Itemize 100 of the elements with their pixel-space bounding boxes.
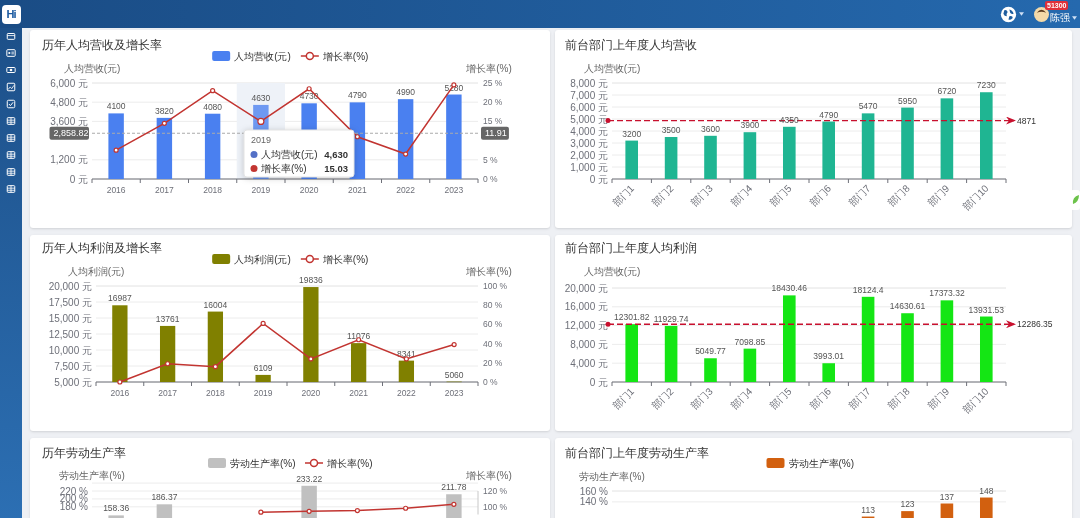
value-label: 13931.53 [968,304,1005,315]
value-label: 4100 [106,101,126,112]
axis-label: 2018 [203,185,223,195]
axis-title: 劳动生产率(%) [579,471,645,482]
value-label: 11076 [347,331,371,342]
axis-label: 2022 [396,185,416,195]
axis-label: 2021 [347,185,367,195]
value-label: 3993.01 [813,351,845,362]
value-label: 5049.77 [695,346,726,357]
axis-label: 2023 [444,185,464,195]
axis-label: 2017 [158,388,178,398]
axis-label: 20 % [483,357,503,368]
axis-label: 部门2 [649,182,676,209]
chart-title: 前台部门上年度劳动生产率 [565,446,709,460]
axis-label: 10,000 元 [48,344,92,356]
ref-line-label: 11.91 [485,128,507,139]
value-label: 19836 [299,275,323,286]
axis-label: 40 % [483,338,503,349]
value-label: 3600 [701,123,720,134]
axis-label: 部门5 [767,385,794,412]
axis-label: 16,000 元 [564,301,608,313]
axis-label: 3,600 元 [50,115,88,127]
axis-label: 80 % [483,300,503,311]
value-label: 233.22 [296,473,323,484]
axis-label: 4,000 元 [570,357,608,369]
chart-title: 历年人均营收及增长率 [42,38,162,52]
pointer-label: 2,858.82 [49,126,89,140]
axis-label: 2,000 元 [570,149,608,161]
average-label: 12286.35 [1017,319,1053,330]
axis-label: 5 % [483,154,498,165]
axis-label: 3,000 元 [570,137,608,149]
axis-label: 2020 [299,185,319,195]
axis-label: 2018 [205,388,225,398]
value-label: 6109 [253,362,273,373]
axis-label: 部门4 [728,182,755,209]
axis-label: 8,000 元 [570,338,608,350]
axis-title: 人均营收(元) [583,266,641,277]
value-label: 4630 [251,92,271,103]
value-label: 186.37 [151,492,178,503]
axis-title: 人均利润(元) [67,266,125,277]
value-label: 7230 [976,80,996,91]
axis-label: 2019 [253,388,273,398]
value-label: 137 [939,491,954,502]
value-label: 3200 [622,128,642,139]
axis-label: 0 % [483,174,498,184]
axis-label: 1,000 元 [570,161,608,173]
axis-label: 部门7 [846,385,873,412]
tooltip-value: 15.03 [324,163,348,174]
value-label: 148 [979,485,994,496]
axis-label: 部门2 [649,385,676,412]
tooltip-title: 2019 [251,135,272,145]
axis-label: 6,000 元 [570,101,608,113]
axis-label: 20 % [483,97,503,108]
axis-title: 增长率(%) [466,470,512,481]
value-label: 11929.74 [653,313,689,324]
chart-title: 前台部门上年度人均营收 [565,38,697,52]
axis-label: 部门9 [925,182,952,209]
axis-label: 7,000 元 [570,89,608,101]
value-label: 3900 [740,120,760,131]
axis-title: 增长率(%) [466,266,512,277]
value-label: 18430.46 [771,283,808,294]
value-label: 13761 [155,313,180,324]
axis-label: 2023 [444,388,464,398]
value-label: 17373.32 [929,288,965,299]
value-label: 12301.82 [613,312,650,323]
axis-label: 4,000 元 [570,125,608,137]
value-label: 4790 [819,109,839,120]
axis-label: 部门5 [767,182,794,209]
axis-title: 人均营收(元) [63,63,121,74]
pointer-label: 11.91 [481,126,509,140]
axis-label: 0 元 [589,376,608,388]
axis-label: 2016 [110,388,130,398]
axis-label: 4,800 元 [50,96,88,108]
series-label: 增长率(%) [261,163,307,174]
axis-label: 1,200 元 [50,154,88,166]
axis-title: 增长率(%) [466,63,512,74]
axis-label: 部门1 [610,182,637,209]
axis-label: 部门1 [610,385,637,412]
value-label: 123 [900,499,915,510]
axis-label: 60 % [483,319,503,330]
axis-label: 8,000 元 [570,77,608,89]
value-label: 7098.85 [734,336,766,347]
axis-label: 2017 [154,185,174,195]
axis-label: 5,000 元 [570,113,608,125]
axis-label: 部门4 [728,385,755,412]
axis-label: 部门9 [925,385,952,412]
axis-label: 25 % [483,78,503,88]
series-label: 人均营收(元) [261,149,318,160]
axis-label: 20,000 元 [564,282,608,294]
average-label: 4871 [1017,115,1036,126]
axis-label: 100 % [483,501,508,512]
value-label: 4990 [396,87,416,98]
chart-title: 历年人均利润及增长率 [42,241,162,255]
axis-label: 部门6 [807,182,834,209]
value-label: 18124.4 [852,284,884,295]
value-label: 113 [861,504,875,515]
value-label: 4730 [299,91,319,102]
axis-label: 17,500 元 [48,296,92,308]
value-label: 211.78 [441,482,467,493]
value-label: 5950 [898,95,917,106]
